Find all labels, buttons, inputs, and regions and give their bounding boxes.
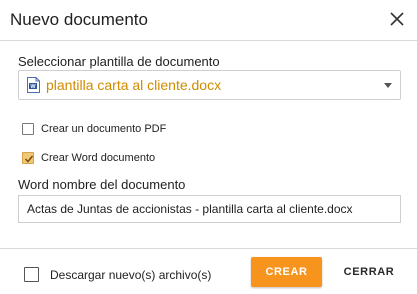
dialog-title: Nuevo documento	[10, 10, 148, 29]
create-pdf-checkbox[interactable]	[22, 123, 34, 135]
close-button[interactable]	[386, 8, 408, 30]
new-document-dialog: Nuevo documento Seleccionar plantilla de…	[0, 0, 417, 294]
create-word-checkbox[interactable]	[22, 152, 34, 164]
download-checkbox[interactable]	[24, 267, 39, 282]
chevron-down-icon	[384, 83, 392, 88]
checkmark-icon	[24, 155, 34, 163]
create-pdf-label: Crear un documento PDF	[41, 123, 167, 135]
word-name-label: Word nombre del documento	[18, 177, 186, 192]
word-document-icon: W	[27, 77, 40, 93]
download-label: Descargar nuevo(s) archivo(s)	[50, 268, 212, 282]
word-name-input[interactable]	[18, 195, 401, 223]
dialog-header: Nuevo documento	[0, 0, 417, 41]
close-dialog-button[interactable]: CERRAR	[336, 257, 402, 287]
close-icon	[390, 12, 404, 26]
create-word-label: Crear Word documento	[41, 152, 156, 164]
template-select-value: plantilla carta al cliente.docx	[46, 77, 222, 93]
template-label: Seleccionar plantilla de documento	[18, 54, 220, 69]
template-select[interactable]: W plantilla carta al cliente.docx	[18, 70, 401, 100]
svg-text:W: W	[30, 84, 36, 90]
create-button[interactable]: CREAR	[251, 257, 322, 287]
